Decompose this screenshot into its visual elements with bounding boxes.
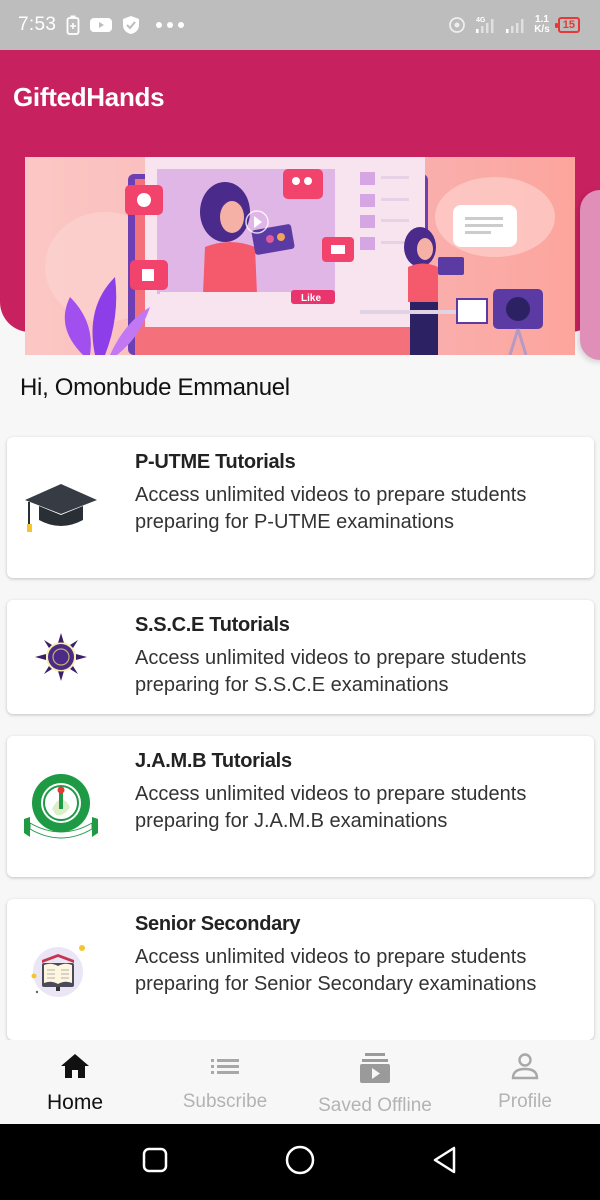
- waec-logo-icon: [7, 600, 135, 714]
- greeting-text: Hi, Omonbude Emmanuel: [20, 374, 290, 401]
- video-library-icon: [358, 1052, 392, 1089]
- recents-button[interactable]: [125, 1124, 185, 1200]
- hotspot-icon: [448, 16, 466, 34]
- svg-text:Like: Like: [301, 293, 321, 304]
- youtube-icon: [90, 17, 113, 33]
- list-icon: [209, 1052, 241, 1085]
- bottom-navigation: Home Subscribe Saved Offline Profile: [0, 1040, 600, 1124]
- card-ssce-tutorials[interactable]: S.S.C.E Tutorials Access unlimited video…: [7, 600, 594, 714]
- card-title: J.A.M.B Tutorials: [135, 750, 292, 772]
- nav-label: Subscribe: [182, 1091, 268, 1112]
- banner-slide[interactable]: Like: [25, 157, 575, 355]
- home-icon: [59, 1052, 91, 1085]
- signal-icon: [504, 14, 526, 36]
- card-title: Senior Secondary: [135, 913, 301, 935]
- home-circle-icon: [284, 1144, 316, 1181]
- more-dots-icon: [156, 22, 185, 28]
- battery-indicator: 15: [554, 17, 580, 33]
- nav-item-profile[interactable]: Profile: [450, 1040, 600, 1124]
- card-putme-tutorials[interactable]: P-UTME Tutorials Access unlimited videos…: [7, 437, 594, 578]
- back-triangle-icon: [430, 1145, 460, 1180]
- system-home-button[interactable]: [270, 1124, 330, 1200]
- back-button[interactable]: [415, 1124, 475, 1200]
- nav-item-saved-offline[interactable]: Saved Offline: [300, 1040, 450, 1124]
- card-senior-secondary[interactable]: Senior Secondary Access unlimited videos…: [7, 899, 594, 1040]
- card-description: Access unlimited videos to prepare stude…: [135, 484, 527, 533]
- card-title: P-UTME Tutorials: [135, 451, 296, 473]
- net-speed-unit: K/s: [534, 24, 550, 35]
- person-icon: [509, 1052, 541, 1085]
- card-body: J.A.M.B Tutorials Access unlimited video…: [135, 736, 594, 877]
- svg-text:4G: 4G: [476, 17, 486, 24]
- card-body: P-UTME Tutorials Access unlimited videos…: [135, 437, 594, 578]
- nav-label: Profile: [498, 1091, 552, 1112]
- status-right: 4G 1.1 K/s 15: [448, 0, 580, 50]
- card-description: Access unlimited videos to prepare stude…: [135, 946, 537, 995]
- system-navigation-bar: [0, 1124, 600, 1200]
- card-body: S.S.C.E Tutorials Access unlimited video…: [135, 600, 594, 714]
- open-book-icon: [7, 899, 135, 1040]
- shield-check-icon: [122, 15, 140, 35]
- net-speed: 1.1 K/s: [534, 15, 550, 35]
- jamb-logo-icon: [7, 736, 135, 877]
- tutorial-card-list: P-UTME Tutorials Access unlimited videos…: [7, 437, 594, 1062]
- card-jamb-tutorials[interactable]: J.A.M.B Tutorials Access unlimited video…: [7, 736, 594, 877]
- status-bar: 7:53 4G 1.1 K/s 15: [0, 0, 600, 50]
- nav-item-subscribe[interactable]: Subscribe: [150, 1040, 300, 1124]
- screen: 7:53 4G 1.1 K/s 15 GiftedHands Like Hi, …: [0, 0, 600, 1200]
- banner-illustration: Like: [45, 157, 555, 355]
- card-title: S.S.C.E Tutorials: [135, 614, 290, 636]
- status-left: 7:53: [18, 14, 185, 36]
- recents-square-icon: [141, 1146, 169, 1179]
- card-description: Access unlimited videos to prepare stude…: [135, 647, 527, 696]
- signal-4g-icon: 4G: [474, 14, 496, 36]
- nav-label: Home: [46, 1091, 104, 1114]
- nav-item-home[interactable]: Home: [0, 1040, 150, 1124]
- card-description: Access unlimited videos to prepare stude…: [135, 783, 527, 832]
- next-banner-peek[interactable]: [580, 190, 600, 360]
- card-body: Senior Secondary Access unlimited videos…: [135, 899, 594, 1040]
- battery-saver-icon: [66, 15, 80, 35]
- graduation-cap-icon: [7, 437, 135, 578]
- status-time: 7:53: [18, 14, 57, 35]
- app-title: GiftedHands: [13, 82, 165, 112]
- nav-label: Saved Offline: [318, 1095, 432, 1116]
